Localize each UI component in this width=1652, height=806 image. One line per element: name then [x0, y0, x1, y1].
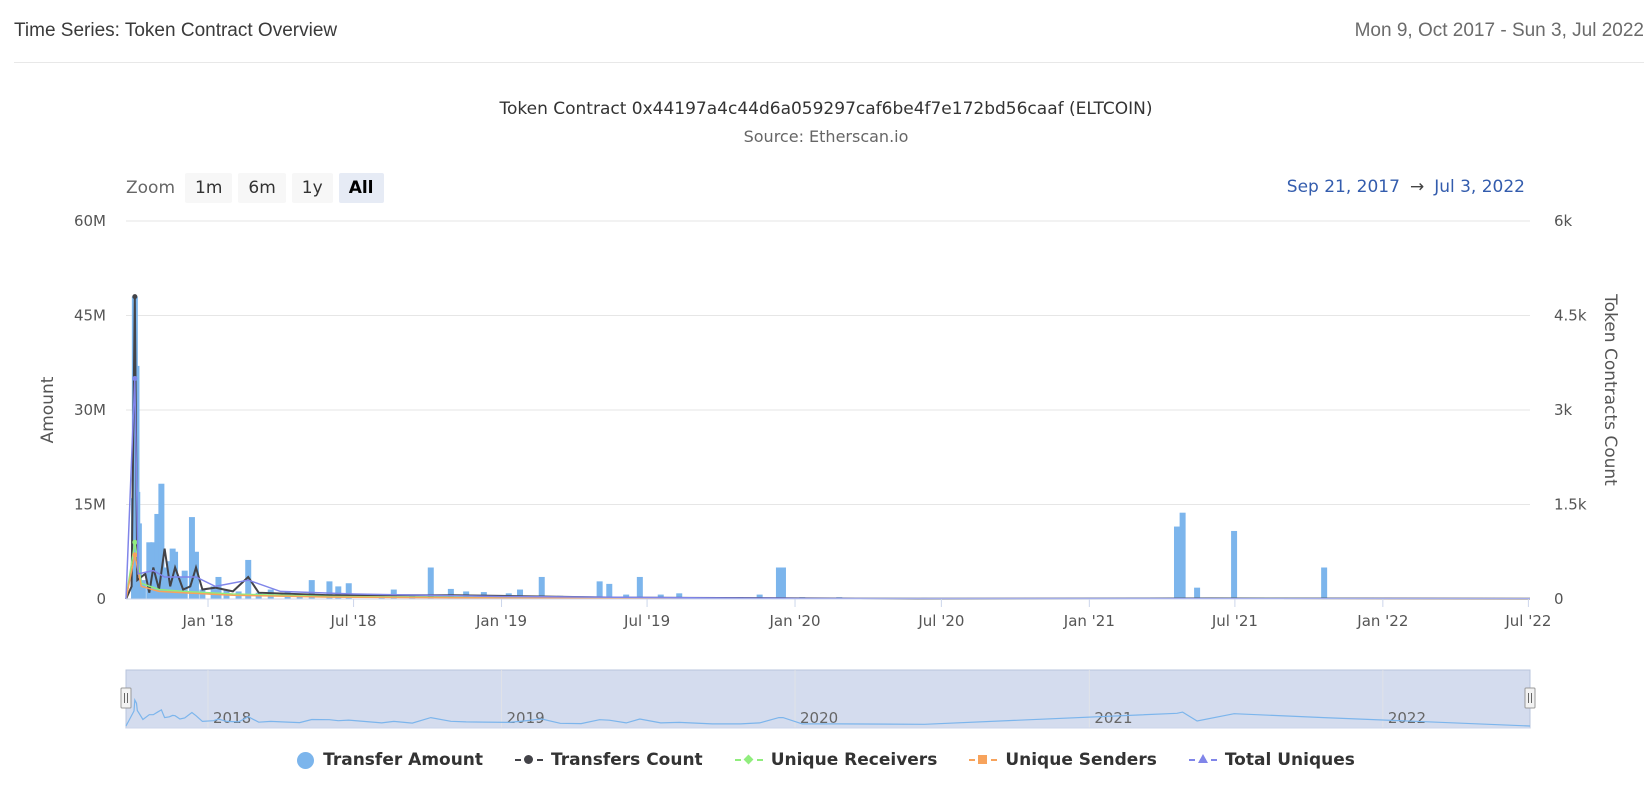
- transfers-count-point: [132, 294, 138, 300]
- legend-transfer-amount[interactable]: Transfer Amount: [297, 750, 483, 770]
- line-series[interactable]: [125, 294, 1531, 600]
- navigator-year-label: 2021: [1094, 709, 1132, 727]
- y-right-tick-label: 3k: [1554, 401, 1573, 419]
- total-uniques-line: [125, 378, 1531, 600]
- navigator[interactable]: 2018 2019 2020 2021 2022: [120, 669, 1536, 729]
- x-tick-label: Jan '19: [475, 612, 527, 630]
- transfer-amount-bar: [1194, 587, 1201, 599]
- x-tick-label: Jul '18: [330, 612, 377, 630]
- transfer-amount-bar: [1173, 526, 1180, 599]
- y-right-axis-title: Token Contracts Count: [1600, 293, 1620, 486]
- total-uniques-point: [132, 376, 138, 381]
- legend-total-uniques[interactable]: Total Uniques: [1188, 750, 1355, 770]
- transfer-amount-bar: [636, 576, 643, 599]
- legend-label: Total Uniques: [1224, 750, 1355, 770]
- legend-label: Transfers Count: [551, 750, 703, 770]
- navigator-year-label: 2019: [507, 709, 545, 727]
- y-left-tick-label: 30M: [74, 401, 106, 419]
- x-tick-label: Jul '19: [623, 612, 670, 630]
- legend-label: Unique Receivers: [770, 750, 938, 770]
- y-left-tick-label: 60M: [74, 212, 106, 230]
- y-left-tick-label: 15M: [74, 496, 106, 514]
- x-tick-label: Jul '20: [917, 612, 964, 630]
- transfer-amount-series[interactable]: [131, 296, 1328, 599]
- legend-label: Unique Senders: [1005, 750, 1157, 770]
- unique-receivers-point: [132, 539, 138, 545]
- y-left-tick-label: 0: [96, 590, 106, 608]
- y-left-tick-label: 45M: [74, 307, 106, 325]
- transfer-amount-bar: [1231, 530, 1238, 599]
- transfers-count-line: [125, 296, 1531, 600]
- y-right-tick-label: 6k: [1554, 212, 1573, 230]
- transfer-amount-bar: [1321, 567, 1328, 599]
- legend-label: Transfer Amount: [323, 750, 484, 770]
- x-tick-label: Jan '20: [768, 612, 820, 630]
- y-right-tick-label: 4.5k: [1554, 307, 1587, 325]
- navigator-year-label: 2022: [1388, 709, 1426, 727]
- legend-line-diamond-icon: [734, 752, 763, 768]
- legend-line-square-icon: [969, 752, 998, 768]
- y-left-axis-title: Amount: [38, 376, 58, 443]
- transfer-amount-bar: [1179, 512, 1186, 599]
- y-right-tick-label: 1.5k: [1554, 496, 1587, 514]
- x-tick-label: Jan '22: [1356, 612, 1408, 630]
- axes: 0 0 15M 1.5k 30M 3k 45M 4.5k 60M 6k Amount Token Co…: [38, 212, 1620, 630]
- transfer-amount-bar: [779, 567, 786, 599]
- x-tick-label: Jan '18: [181, 612, 233, 630]
- navigator-left-handle[interactable]: [120, 687, 132, 709]
- legend-transfers-count[interactable]: Transfers Count: [515, 750, 703, 770]
- grid-lines: [126, 220, 1530, 600]
- legend-unique-senders[interactable]: Unique Senders: [969, 750, 1157, 770]
- navigator-right-handle[interactable]: [1524, 687, 1536, 709]
- chart-canvas: 0 0 15M 1.5k 30M 3k 45M 4.5k 60M 6k Amount Token Co…: [38, 212, 1620, 729]
- x-tick-label: Jul '22: [1504, 612, 1551, 630]
- transfer-amount-bar: [181, 570, 188, 599]
- x-tick-label: Jan '21: [1063, 612, 1115, 630]
- legend-line-triangle-icon: [1188, 752, 1217, 768]
- legend: Transfer Amount Transfers Count Unique R…: [0, 750, 1652, 770]
- legend-circle-icon: [297, 752, 315, 769]
- x-tick-label: Jul '21: [1211, 612, 1258, 630]
- y-right-tick-label: 0: [1554, 590, 1564, 608]
- legend-unique-receivers[interactable]: Unique Receivers: [734, 750, 938, 770]
- legend-line-dot-icon: [515, 752, 544, 768]
- unique-senders-point: [132, 552, 138, 558]
